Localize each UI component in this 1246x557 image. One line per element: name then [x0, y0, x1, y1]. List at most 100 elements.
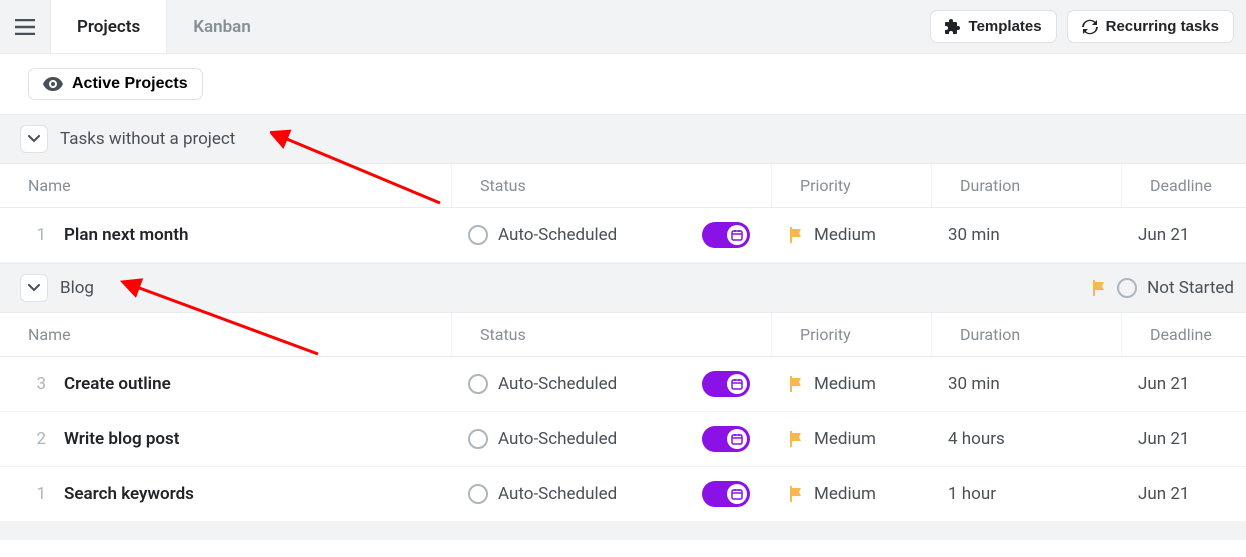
cell-deadline: Jun 21: [1122, 208, 1246, 262]
status-circle-icon[interactable]: [468, 429, 488, 449]
puzzle-icon: [945, 19, 961, 35]
topbar-right: Templates Recurring tasks: [930, 10, 1234, 43]
active-projects-filter[interactable]: Active Projects: [28, 68, 203, 100]
col-status[interactable]: Status: [452, 313, 772, 356]
row-number: 3: [32, 374, 46, 394]
toggle-knob: [727, 429, 747, 449]
cell-status: Auto-Scheduled: [452, 208, 772, 262]
autoschedule-toggle[interactable]: [702, 481, 750, 507]
menu-button[interactable]: [0, 0, 50, 53]
col-status[interactable]: Status: [452, 164, 772, 207]
recurring-icon: [1082, 19, 1098, 35]
calendar-icon: [731, 433, 743, 445]
status-circle-icon[interactable]: [468, 225, 488, 245]
cell-priority: Medium: [772, 412, 932, 466]
recurring-label: Recurring tasks: [1106, 18, 1219, 35]
row-number: 2: [32, 429, 46, 449]
cell-deadline: Jun 21: [1122, 412, 1246, 466]
autoschedule-toggle[interactable]: [702, 222, 750, 248]
tab-projects[interactable]: Projects: [50, 0, 167, 53]
filter-toolbar: Active Projects: [0, 54, 1246, 114]
table-row[interactable]: 3 Create outline Auto-Scheduled Medium 3…: [0, 357, 1246, 412]
toggle-knob: [727, 225, 747, 245]
autoschedule-toggle[interactable]: [702, 371, 750, 397]
toggle-knob: [727, 484, 747, 504]
col-deadline[interactable]: Deadline: [1122, 164, 1246, 207]
eye-icon: [43, 77, 63, 91]
duration-text: 30 min: [948, 225, 1000, 245]
cell-name: 2 Write blog post: [0, 412, 452, 466]
status-text: Auto-Scheduled: [498, 484, 617, 504]
col-priority[interactable]: Priority: [772, 313, 932, 356]
collapse-button[interactable]: [20, 274, 48, 302]
section-header-noproject: Tasks without a project: [0, 114, 1246, 164]
col-priority[interactable]: Priority: [772, 164, 932, 207]
flag-icon: [788, 486, 804, 502]
priority-text: Medium: [814, 225, 876, 245]
col-duration[interactable]: Duration: [932, 164, 1122, 207]
cell-priority: Medium: [772, 467, 932, 521]
task-name: Write blog post: [64, 429, 180, 449]
row-number: 1: [32, 484, 46, 504]
calendar-icon: [731, 378, 743, 390]
deadline-text: Jun 21: [1138, 374, 1189, 394]
collapse-button[interactable]: [20, 125, 48, 153]
status-text: Auto-Scheduled: [498, 429, 617, 449]
table-row[interactable]: 1 Search keywords Auto-Scheduled Medium …: [0, 467, 1246, 522]
status-text: Auto-Scheduled: [498, 225, 617, 245]
recurring-button[interactable]: Recurring tasks: [1067, 10, 1234, 43]
cell-status: Auto-Scheduled: [452, 357, 772, 411]
cell-duration: 30 min: [932, 208, 1122, 262]
cell-duration: 1 hour: [932, 467, 1122, 521]
cell-duration: 4 hours: [932, 412, 1122, 466]
status-text: Auto-Scheduled: [498, 374, 617, 394]
deadline-text: Jun 21: [1138, 484, 1189, 504]
col-deadline[interactable]: Deadline: [1122, 313, 1246, 356]
cell-duration: 30 min: [932, 357, 1122, 411]
cell-priority: Medium: [772, 357, 932, 411]
project-status-text: Not Started: [1147, 278, 1234, 298]
col-name[interactable]: Name: [0, 313, 452, 356]
duration-text: 4 hours: [948, 429, 1005, 449]
col-name[interactable]: Name: [0, 164, 452, 207]
tab-kanban[interactable]: Kanban: [167, 0, 277, 53]
status-circle-icon[interactable]: [468, 374, 488, 394]
table-row[interactable]: 2 Write blog post Auto-Scheduled Medium …: [0, 412, 1246, 467]
section-title: Blog: [60, 278, 94, 298]
priority-text: Medium: [814, 374, 876, 394]
cell-deadline: Jun 21: [1122, 467, 1246, 521]
section-header-blog: Blog Not Started: [0, 263, 1246, 313]
cell-name: 1 Search keywords: [0, 467, 452, 521]
hamburger-icon: [15, 19, 35, 35]
task-name: Search keywords: [64, 484, 194, 504]
col-duration[interactable]: Duration: [932, 313, 1122, 356]
section-title: Tasks without a project: [60, 129, 235, 149]
status-circle-icon[interactable]: [468, 484, 488, 504]
cell-deadline: Jun 21: [1122, 357, 1246, 411]
cell-status: Auto-Scheduled: [452, 412, 772, 466]
chevron-down-icon: [28, 284, 40, 292]
section-status: Not Started: [1091, 278, 1236, 298]
chevron-down-icon: [28, 135, 40, 143]
deadline-text: Jun 21: [1138, 225, 1189, 245]
task-name: Create outline: [64, 374, 171, 394]
flag-icon: [788, 227, 804, 243]
footer-bar: [0, 522, 1246, 540]
task-name: Plan next month: [64, 225, 188, 245]
table-row[interactable]: 1 Plan next month Auto-Scheduled Medium …: [0, 208, 1246, 263]
calendar-icon: [731, 229, 743, 241]
flag-icon: [788, 376, 804, 392]
cell-name: 3 Create outline: [0, 357, 452, 411]
templates-button[interactable]: Templates: [930, 10, 1057, 43]
toggle-knob: [727, 374, 747, 394]
calendar-icon: [731, 488, 743, 500]
flag-icon: [1091, 280, 1107, 296]
autoschedule-toggle[interactable]: [702, 426, 750, 452]
duration-text: 1 hour: [948, 484, 996, 504]
topbar: Projects Kanban Templates Recurring task…: [0, 0, 1246, 54]
topbar-left: Projects Kanban: [0, 0, 277, 53]
status-circle-icon[interactable]: [1117, 278, 1137, 298]
cell-status: Auto-Scheduled: [452, 467, 772, 521]
flag-icon: [788, 431, 804, 447]
templates-label: Templates: [969, 18, 1042, 35]
